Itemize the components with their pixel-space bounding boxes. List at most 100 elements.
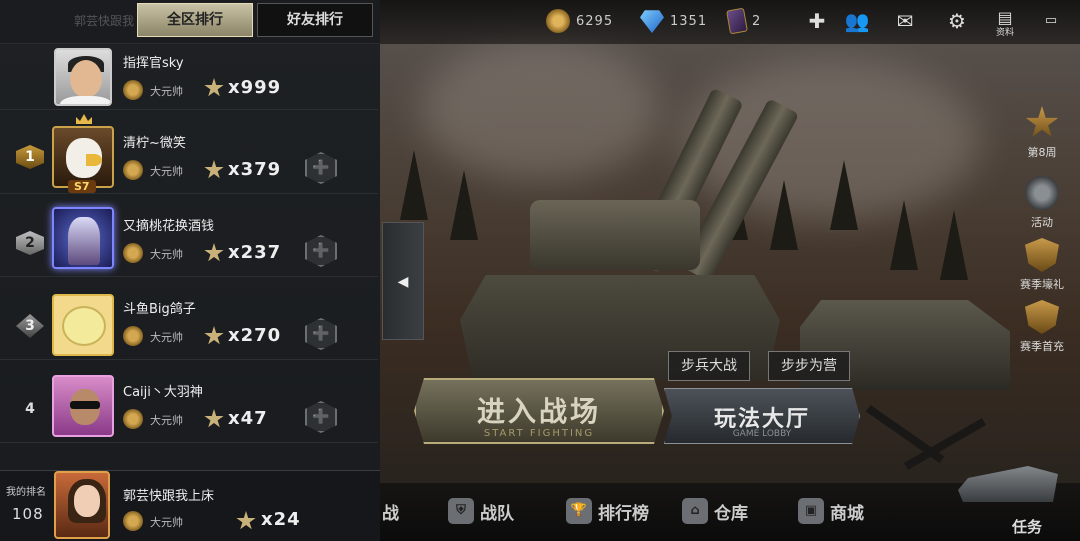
nav-label: 排行榜 xyxy=(598,503,649,524)
manual-icon[interactable]: ▤ 资料 xyxy=(992,8,1018,38)
weekly-event-button[interactable]: 第8周 xyxy=(1014,106,1070,160)
star-icon xyxy=(204,409,224,428)
star-score: x237 xyxy=(228,242,282,263)
avatar-face xyxy=(70,60,102,98)
season-gift-icon xyxy=(1025,238,1059,272)
list-item[interactable]: 指挥官sky 大元帅 x999 xyxy=(0,36,378,110)
star-medal-icon xyxy=(1025,106,1059,137)
crown-icon xyxy=(76,114,92,124)
gem-value: 1351 xyxy=(670,13,708,29)
add-icon[interactable]: ✚ xyxy=(804,8,830,34)
add-friend-button[interactable]: ➕ xyxy=(305,401,337,433)
enter-battle-button[interactable]: 进入战场 START FIGHTING xyxy=(414,378,664,444)
add-friend-button[interactable]: ➕ xyxy=(305,318,337,350)
avatar-face xyxy=(74,485,100,517)
star-icon xyxy=(204,326,224,345)
player-name: Caiji丶大羽神 xyxy=(123,385,203,400)
gem-counter[interactable]: 1351 xyxy=(640,10,708,33)
step-by-step-button[interactable]: 步步为营 xyxy=(768,351,850,381)
player-name: 郭芸快跟我上床 xyxy=(123,489,215,504)
trophy-icon: 🏆 xyxy=(566,498,592,524)
settings-icon[interactable]: ⚙ xyxy=(944,8,970,34)
rank-medal-icon xyxy=(123,80,143,100)
star-score: x47 xyxy=(228,408,268,429)
list-item[interactable]: 3 斗鱼Big鸽子 大元帅 x270 ➕ xyxy=(0,278,378,360)
side-label: 赛季壕礼 xyxy=(1020,278,1064,291)
military-title: 大元帅 xyxy=(150,165,183,178)
star-icon xyxy=(204,160,224,179)
list-item[interactable]: 4 Caiji丶大羽神 大元帅 x47 ➕ xyxy=(0,361,378,443)
nav-battle[interactable]: 战 xyxy=(382,496,399,526)
warehouse-icon: ⌂ xyxy=(682,498,708,524)
military-title: 大元帅 xyxy=(150,414,183,427)
list-item[interactable]: 2 又摘桃花换酒钱 大元帅 x237 ➕ xyxy=(0,195,378,277)
tab-friends[interactable]: 好友排行 xyxy=(257,3,373,37)
avatar-figure xyxy=(68,217,100,265)
military-title: 大元帅 xyxy=(150,248,183,261)
avatar-face xyxy=(62,306,106,346)
tab-all-server[interactable]: 全区排行 xyxy=(137,3,253,37)
pine-tree xyxy=(940,210,968,280)
avatar-body xyxy=(60,96,110,104)
enter-battle-sublabel: START FIGHTING xyxy=(483,428,595,439)
rank-badge: 3 xyxy=(16,314,44,338)
my-rank-row[interactable]: 我的排名 108 郭芸快跟我上床 大元帅 x24 xyxy=(0,470,380,541)
list-item[interactable]: 1 S7 清柠~微笑 大元帅 x379 ➕ xyxy=(0,112,378,194)
player-name: 又摘桃花换酒钱 xyxy=(123,219,215,234)
pine-tree xyxy=(770,180,798,250)
avatar xyxy=(54,48,112,106)
star-icon xyxy=(236,511,256,530)
add-friend-button[interactable]: ➕ xyxy=(305,152,337,184)
star-score: x24 xyxy=(261,509,301,530)
card-counter[interactable]: 2 xyxy=(726,7,761,35)
coin-value: 6295 xyxy=(576,13,614,29)
mail-icon[interactable]: ✉ xyxy=(892,8,918,34)
pine-tree xyxy=(830,160,858,230)
shop-icon: ▣ xyxy=(798,498,824,524)
military-title: 大元帅 xyxy=(150,85,183,98)
nav-warehouse[interactable]: ⌂ 仓库 xyxy=(682,496,748,526)
avatar xyxy=(52,375,114,437)
rank-medal-icon xyxy=(123,409,143,429)
eagle-beak xyxy=(86,154,102,166)
rank-medal-icon xyxy=(123,326,143,346)
infantry-battle-button[interactable]: 步兵大战 xyxy=(668,351,750,381)
rank-medal-icon xyxy=(123,511,143,531)
coin-counter[interactable]: 6295 xyxy=(546,9,614,33)
avatar xyxy=(52,294,114,356)
pine-tree xyxy=(890,200,918,270)
ghost-title: 郭芸快跟我 xyxy=(74,14,135,28)
player-name: 清柠~微笑 xyxy=(123,136,186,151)
leaderboard-panel: 郭芸快跟我 全区排行 好友排行 指挥官sky 大元帅 x999 1 S7 清柠~… xyxy=(0,0,380,541)
star-circle-icon xyxy=(1025,176,1059,210)
task-button[interactable]: 任务 xyxy=(948,450,1074,536)
star-icon xyxy=(204,243,224,262)
side-label: 赛季首充 xyxy=(1020,340,1064,353)
nav-team[interactable]: ⛨ 战队 xyxy=(448,496,514,526)
nav-leaderboard[interactable]: 🏆 排行榜 xyxy=(566,496,649,526)
nav-label: 战队 xyxy=(480,503,514,524)
activity-button[interactable]: 活动 xyxy=(1014,176,1070,230)
friends-icon[interactable]: 👥 xyxy=(844,8,870,34)
coin-icon xyxy=(546,9,570,33)
rank-medal-icon xyxy=(123,160,143,180)
nav-shop[interactable]: ▣ 商城 xyxy=(798,496,864,526)
star-score: x999 xyxy=(228,77,282,98)
collapse-panel-button[interactable]: ◀ xyxy=(382,222,424,340)
nav-label: 仓库 xyxy=(714,503,748,524)
season-gift-button[interactable]: 赛季壕礼 xyxy=(1014,238,1070,292)
enter-battle-label: 进入战场 xyxy=(476,395,601,428)
battery-icon: ▭ xyxy=(1044,13,1058,28)
card-icon xyxy=(726,7,748,35)
rank-badge: 2 xyxy=(16,231,44,255)
smoke-cloud xyxy=(420,40,660,180)
game-hall-button[interactable]: 玩法大厅 GAME LOBBY xyxy=(664,388,860,444)
avatar xyxy=(54,471,110,539)
season-badge: S7 xyxy=(68,180,96,193)
season-charge-button[interactable]: 赛季首充 xyxy=(1014,300,1070,354)
pine-tree xyxy=(450,170,478,240)
rank-badge: 1 xyxy=(16,145,44,169)
star-score: x270 xyxy=(228,325,282,346)
add-friend-button[interactable]: ➕ xyxy=(305,235,337,267)
team-icon: ⛨ xyxy=(448,498,474,524)
